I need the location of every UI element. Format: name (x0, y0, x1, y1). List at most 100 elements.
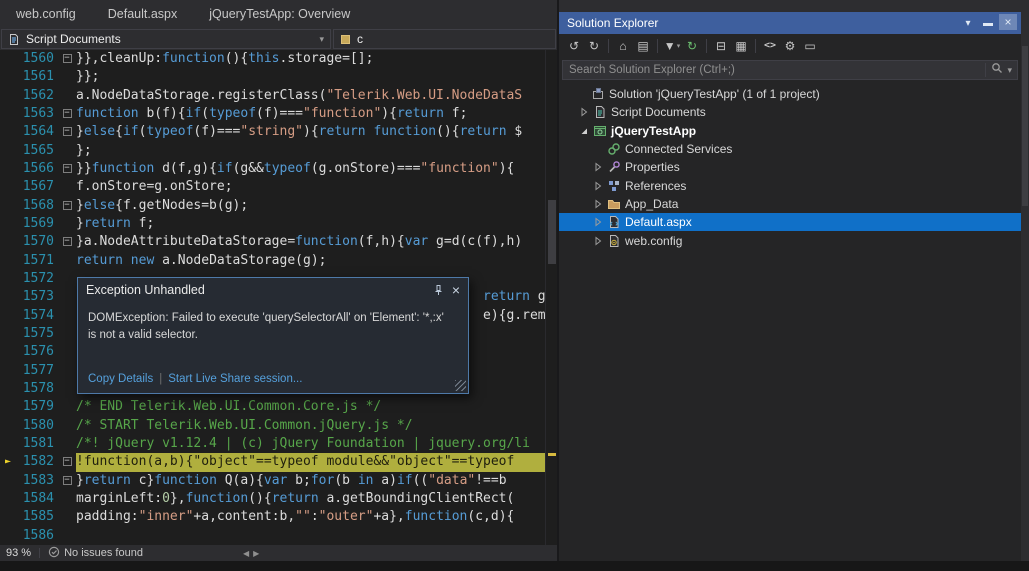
home-icon[interactable]: ⌂ (614, 37, 632, 55)
fold-marker-icon[interactable]: − (63, 457, 72, 466)
breakpoint-margin[interactable] (0, 50, 16, 68)
breakpoint-margin[interactable] (0, 270, 16, 288)
collapse-all-icon[interactable]: ⊟ (712, 37, 730, 55)
code-line-1584[interactable]: 1584marginLeft:0},function(){return a.ge… (0, 490, 545, 508)
code-line-1582[interactable]: ►1582−!function(a,b){"object"==typeof mo… (0, 453, 545, 471)
scrollbar-thumb[interactable] (548, 200, 556, 264)
code-line-1570[interactable]: 1570−}a.NodeAttributeDataStorage=functio… (0, 233, 545, 251)
preview-selected-items-icon[interactable]: ▭ (801, 37, 819, 55)
breakpoint-margin[interactable] (0, 288, 16, 306)
breakpoint-margin[interactable] (0, 160, 16, 178)
tree-collapsed-arrow-icon[interactable] (591, 217, 605, 227)
breakpoint-margin[interactable] (0, 380, 16, 398)
view-code-icon[interactable]: <> (761, 37, 779, 55)
code-line-1566[interactable]: 1566−}}function d(f,g){if(g&&typeof(g.on… (0, 160, 545, 178)
tree-item-default-aspx[interactable]: Default.aspx (559, 213, 1021, 231)
breakpoint-margin[interactable] (0, 343, 16, 361)
breakpoint-margin[interactable] (0, 178, 16, 196)
code-line-1562[interactable]: 1562a.NodeDataStorage.registerClass("Tel… (0, 87, 545, 105)
copy-details-link[interactable]: Copy Details (88, 373, 153, 385)
code-line-1568[interactable]: 1568−}else{f.getNodes=b(g); (0, 197, 545, 215)
window-menu-icon[interactable]: ▾ (959, 16, 977, 32)
refresh-icon[interactable]: ↻ (683, 37, 701, 55)
code-line-1561[interactable]: 1561}}; (0, 68, 545, 86)
breakpoint-margin[interactable] (0, 490, 16, 508)
project-dropdown[interactable]: Script Documents ▾ (1, 29, 331, 49)
code-line-1581[interactable]: 1581/*! jQuery v1.12.4 | (c) jQuery Foun… (0, 435, 545, 453)
start-live-share-session-link[interactable]: Start Live Share session... (168, 373, 302, 385)
pin-icon[interactable] (433, 284, 444, 296)
tree-item-jquerytestapp[interactable]: jQueryTestApp (559, 122, 1021, 140)
tab-default-aspx[interactable]: Default.aspx (92, 0, 193, 28)
member-dropdown[interactable]: c (333, 29, 556, 49)
horizontal-scrollbar[interactable]: ◀▶ (243, 549, 263, 558)
breakpoint-margin[interactable] (0, 435, 16, 453)
breakpoint-margin[interactable] (0, 508, 16, 526)
scope-to-this-icon[interactable]: ▤ (634, 37, 652, 55)
breakpoint-margin[interactable] (0, 527, 16, 545)
tree-collapsed-arrow-icon[interactable] (591, 162, 605, 172)
scrollbar-thumb[interactable] (1022, 46, 1028, 206)
breakpoint-margin[interactable] (0, 197, 16, 215)
properties-icon[interactable]: ⚙ (781, 37, 799, 55)
fold-marker-icon[interactable]: − (63, 54, 72, 63)
breakpoint-margin[interactable] (0, 307, 16, 325)
breakpoint-margin[interactable] (0, 325, 16, 343)
code-line-1565[interactable]: 1565}; (0, 142, 545, 160)
document-health-indicator[interactable]: No issues found (48, 546, 143, 561)
breakpoint-margin[interactable] (0, 233, 16, 251)
editor-vertical-scrollbar[interactable] (545, 50, 557, 545)
code-line-1583[interactable]: 1583−}return c}function Q(a){var b;for(b… (0, 472, 545, 490)
scroll-right-icon[interactable]: ▶ (253, 549, 263, 558)
fold-marker-icon[interactable]: − (63, 476, 72, 485)
search-input[interactable] (563, 64, 985, 76)
breakpoint-margin[interactable] (0, 123, 16, 141)
fold-marker-icon[interactable]: − (63, 109, 72, 118)
filter-pending-changes-icon[interactable]: ▼▾ (663, 37, 681, 55)
back-icon[interactable]: ↺ (565, 37, 583, 55)
breakpoint-margin[interactable] (0, 398, 16, 416)
fold-marker-icon[interactable]: − (63, 237, 72, 246)
code-line-1586[interactable]: 1586 (0, 527, 545, 545)
breakpoint-margin[interactable] (0, 105, 16, 123)
close-icon[interactable]: × (999, 14, 1017, 30)
code-line-1580[interactable]: 1580/* START Telerik.Web.UI.Common.jQuer… (0, 417, 545, 435)
tree-item-references[interactable]: References (559, 176, 1021, 194)
tab-jquerytestapp-overview[interactable]: jQueryTestApp: Overview (193, 0, 366, 28)
code-line-1569[interactable]: 1569}return f; (0, 215, 545, 233)
tree-item-script-documents[interactable]: Script Documents (559, 103, 1021, 121)
breakpoint-margin[interactable] (0, 142, 16, 160)
close-icon[interactable]: × (452, 283, 460, 297)
code-line-1560[interactable]: 1560−}},cleanUp:function(){this.storage=… (0, 50, 545, 68)
code-line-1571[interactable]: 1571return new a.NodeDataStorage(g); (0, 252, 545, 270)
fold-marker-icon[interactable]: − (63, 127, 72, 136)
tree-collapsed-arrow-icon[interactable] (591, 236, 605, 246)
breakpoint-margin[interactable] (0, 417, 16, 435)
tree-expanded-arrow-icon[interactable] (577, 126, 591, 136)
tree-item-web-config[interactable]: web.config (559, 231, 1021, 249)
breakpoint-margin[interactable] (0, 252, 16, 270)
search-controls[interactable]: ▾ (985, 63, 1017, 77)
code-line-1563[interactable]: 1563−function b(f){if(typeof(f)==="funct… (0, 105, 545, 123)
breakpoint-margin[interactable] (0, 68, 16, 86)
resize-grip[interactable] (455, 380, 466, 391)
tab-web-config[interactable]: web.config (0, 0, 92, 28)
search-box[interactable]: ▾ (562, 60, 1018, 80)
tree-collapsed-arrow-icon[interactable] (591, 181, 605, 191)
tree-collapsed-arrow-icon[interactable] (591, 199, 605, 209)
tree-item-properties[interactable]: Properties (559, 158, 1021, 176)
scroll-left-icon[interactable]: ◀ (243, 549, 253, 558)
fold-marker-icon[interactable]: − (63, 164, 72, 173)
code-line-1567[interactable]: 1567f.onStore=g.onStore; (0, 178, 545, 196)
code-line-1585[interactable]: 1585padding:"inner"+a,content:b,"":"oute… (0, 508, 545, 526)
breakpoint-margin[interactable] (0, 87, 16, 105)
fold-marker-icon[interactable]: − (63, 201, 72, 210)
breakpoint-margin[interactable] (0, 362, 16, 380)
code-line-1579[interactable]: 1579/* END Telerik.Web.UI.Common.Core.js… (0, 398, 545, 416)
code-line-1564[interactable]: 1564−}else{if(typeof(f)==="string"){retu… (0, 123, 545, 141)
breakpoint-margin[interactable] (0, 472, 16, 490)
breakpoint-margin[interactable] (0, 215, 16, 233)
right-edge-scrollbar[interactable] (1021, 0, 1029, 571)
zoom-level[interactable]: 93 % (6, 547, 31, 559)
tree-collapsed-arrow-icon[interactable] (577, 107, 591, 117)
